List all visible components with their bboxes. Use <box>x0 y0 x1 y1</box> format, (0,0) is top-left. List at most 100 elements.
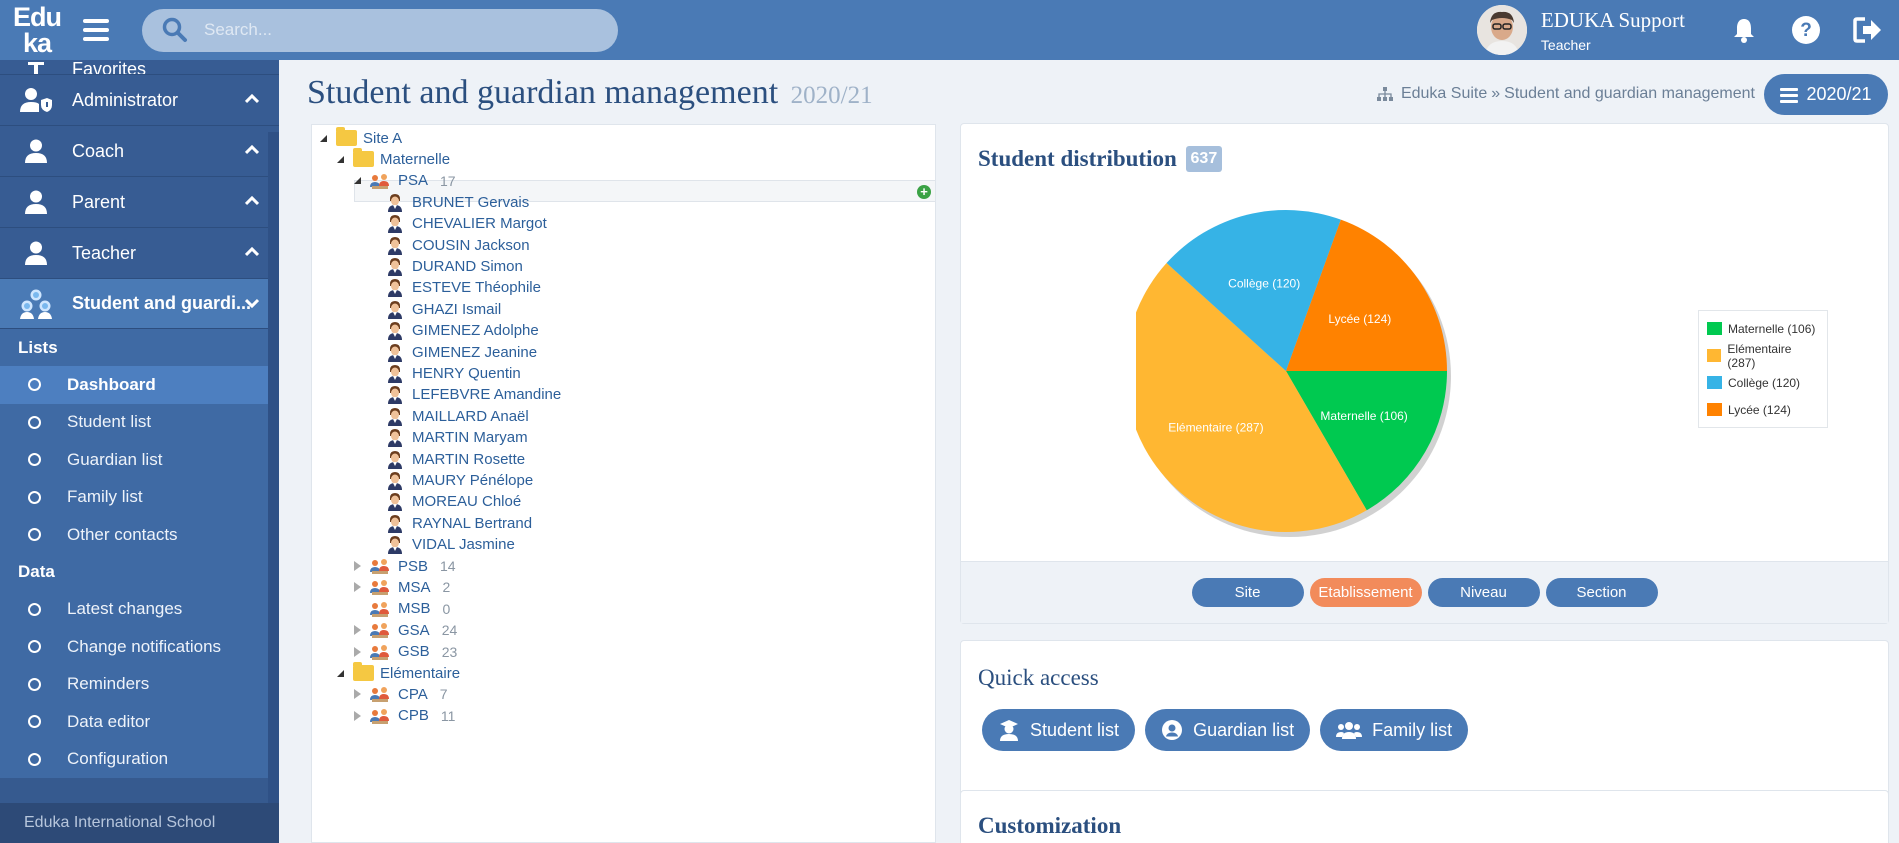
tree-expand-icon[interactable] <box>354 561 361 571</box>
tree-node-class[interactable]: GSA 24 <box>354 620 457 640</box>
tree-node-student[interactable]: MARTIN Maryam <box>387 428 528 448</box>
sidebar-scrollbar[interactable] <box>268 132 279 843</box>
breadcrumb-root[interactable]: Eduka Suite <box>1401 85 1487 103</box>
quick-student-list-button[interactable]: Student list <box>982 709 1136 751</box>
sidebar-item-family-list[interactable]: Family list <box>0 478 279 516</box>
sidebar-item-student-guardian[interactable]: Student and guardi... <box>0 279 279 329</box>
tree-expand-icon[interactable] <box>354 710 361 721</box>
tree-node-student[interactable]: HENRY Quentin <box>387 363 521 383</box>
sidebar-item-configuration[interactable]: Configuration <box>0 740 279 778</box>
student-icon <box>388 386 402 405</box>
tree-node-class[interactable]: GSB 23 <box>354 642 457 662</box>
sidebar-item-parent[interactable]: Parent <box>0 177 279 228</box>
tree-expand-icon[interactable] <box>354 625 361 636</box>
sidebar-item-guardian-list[interactable]: Guardian list <box>0 441 279 479</box>
tree-node-student[interactable]: DURAND Simon <box>387 256 523 276</box>
tree-collapse-icon[interactable] <box>320 134 327 142</box>
sidebar-item-teacher[interactable]: Teacher <box>0 228 279 279</box>
legend-item[interactable]: Lycée (124) <box>1707 396 1819 423</box>
student-icon <box>388 279 402 298</box>
tree-collapse-icon[interactable] <box>337 155 344 163</box>
pie-slice-label: Elémentaire (287) <box>1168 421 1263 435</box>
quick-guardian-list-label: Guardian list <box>1193 719 1295 740</box>
tree-node-student[interactable]: GIMENEZ Adolphe <box>387 321 539 341</box>
school-year-button[interactable]: 2020/21 <box>1764 74 1888 115</box>
tree-node-class[interactable]: PSB 14 <box>354 556 456 576</box>
sidebar-item-coach[interactable]: Coach <box>0 126 279 177</box>
pie-chart: Maternelle (106) Elémentaire (287) Collège… <box>1136 210 1451 537</box>
tree-node-student[interactable]: MAURY Pénélope <box>387 470 533 490</box>
folder-icon <box>353 148 374 168</box>
sidebar-item-dashboard[interactable]: Dashboard <box>0 366 279 404</box>
tree-expand-icon[interactable] <box>354 646 361 657</box>
tree-node-student[interactable]: MARTIN Rosette <box>387 449 525 469</box>
sidebar-item-label: Dashboard <box>67 374 156 394</box>
sidebar-item-label: Latest changes <box>67 599 183 619</box>
add-student-icon[interactable]: + <box>917 185 931 199</box>
quick-family-list-button[interactable]: Family list <box>1320 709 1469 751</box>
chart-legend: Maternelle (106) Elémentaire (287) Collège… <box>1698 310 1828 428</box>
tree-node-student[interactable]: BRUNET Gervais <box>387 192 529 212</box>
tree-node-class[interactable]: MSB 0 <box>354 599 450 619</box>
tree-node-label: GIMENEZ Jeanine <box>412 343 538 361</box>
help-button[interactable]: ? <box>1775 15 1837 45</box>
avatar[interactable] <box>1476 5 1527 55</box>
tree-node-level[interactable]: Maternelle <box>337 148 450 169</box>
sidebar-item-label: Favorites <box>72 60 147 75</box>
tree-node-class[interactable]: CPA 7 <box>354 684 448 704</box>
tree-node-student[interactable]: LEFEBVRE Amandine <box>387 385 561 405</box>
tree-node-level[interactable]: Elémentaire <box>337 662 460 683</box>
sidebar-item-administrator[interactable]: Administrator <box>0 75 279 126</box>
class-group-icon <box>370 687 389 703</box>
tree-node-student[interactable]: VIDAL Jasmine <box>387 535 515 555</box>
tree-node-student[interactable]: GHAZI Ismail <box>387 299 501 319</box>
class-group-icon <box>370 623 389 639</box>
sidebar-item-student-list[interactable]: Student list <box>0 403 279 441</box>
sidebar-item-label: Change notifications <box>67 636 222 656</box>
logout-button[interactable] <box>1837 16 1899 44</box>
tree-node-student[interactable]: MOREAU Chloé <box>387 492 521 512</box>
sidebar-item-data-editor[interactable]: Data editor <box>0 703 279 741</box>
filter-niveau-button[interactable]: Niveau <box>1427 578 1540 607</box>
sidebar-item-change-notifications[interactable]: Change notifications <box>0 628 279 666</box>
tree-node-student[interactable]: RAYNAL Bertrand <box>387 513 532 533</box>
menu-toggle-button[interactable] <box>74 0 118 60</box>
sidebar-item-favorites[interactable]: Favorites <box>0 60 279 75</box>
legend-item[interactable]: Collège (120) <box>1707 369 1819 396</box>
tree-node-student[interactable]: MAILLARD Anaël <box>387 406 529 426</box>
sidebar-item-other-contacts[interactable]: Other contacts <box>0 516 279 554</box>
legend-item[interactable]: Elémentaire (287) <box>1707 342 1819 370</box>
tree-node-student[interactable]: ESTEVE Théophile <box>387 278 541 298</box>
legend-swatch <box>1707 376 1722 389</box>
tree-expand-icon[interactable] <box>354 582 361 593</box>
tree-node-site[interactable]: Site A <box>320 127 402 148</box>
tree-node-count: 11 <box>440 707 456 724</box>
sidebar-item-label: Guardian list <box>67 449 163 469</box>
filter-section-button[interactable]: Section <box>1545 578 1658 607</box>
filter-site-button[interactable]: Site <box>1191 578 1304 607</box>
tree-collapse-icon[interactable] <box>354 177 361 185</box>
legend-item[interactable]: Maternelle (106) <box>1707 315 1819 342</box>
user-info[interactable]: EDUKA Support Teacher <box>1541 8 1685 53</box>
tree-node-student[interactable]: GIMENEZ Jeanine <box>387 342 537 362</box>
eduka-logo[interactable]: Edu ka <box>0 0 74 60</box>
page-title-year: 2020/21 <box>790 82 873 109</box>
folder-icon <box>336 127 357 146</box>
tree-node-count: 24 <box>441 622 458 639</box>
users-icon <box>1336 722 1363 739</box>
tree-node-student[interactable]: COUSIN Jackson <box>387 235 530 255</box>
filter-etablissement-button[interactable]: Etablissement <box>1309 578 1422 607</box>
tree-node-class[interactable]: PSA 17 <box>354 171 456 191</box>
tree-node-class[interactable]: CPB 11 <box>354 706 455 726</box>
tree-collapse-icon[interactable] <box>337 669 344 677</box>
sidebar-item-reminders[interactable]: Reminders <box>0 665 279 703</box>
quick-guardian-list-button[interactable]: Guardian list <box>1145 709 1311 751</box>
search-box[interactable] <box>142 8 618 52</box>
tree-node-count: 0 <box>442 600 451 617</box>
tree-node-class[interactable]: MSA 2 <box>354 577 450 597</box>
tree-expand-icon[interactable] <box>354 689 361 700</box>
tree-node-student[interactable]: CHEVALIER Margot <box>387 214 547 234</box>
notifications-button[interactable] <box>1713 16 1775 44</box>
search-input[interactable] <box>204 20 584 40</box>
sidebar-item-latest-changes[interactable]: Latest changes <box>0 590 279 628</box>
